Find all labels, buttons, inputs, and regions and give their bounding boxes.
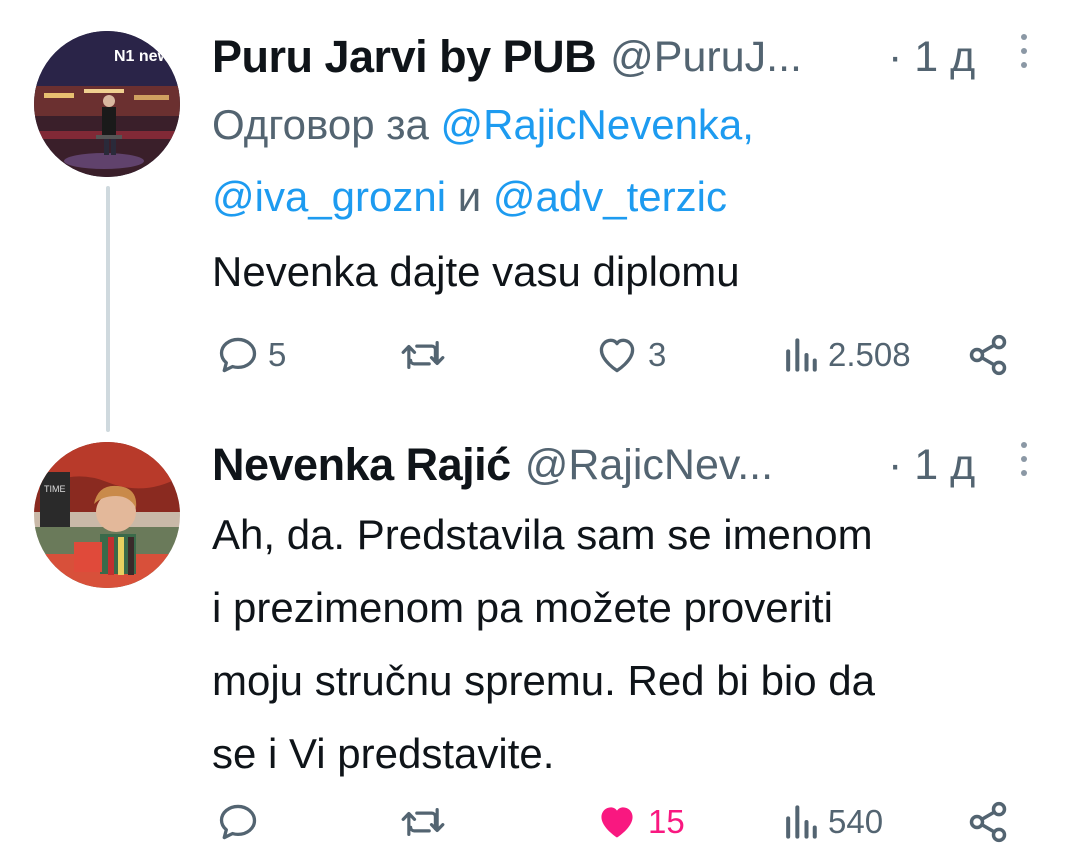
views-button[interactable]: 540	[782, 792, 883, 852]
retweet-icon	[400, 800, 446, 844]
tweet-time[interactable]: · 1 д	[888, 430, 975, 500]
reply-button[interactable]	[216, 792, 268, 852]
like-count: 15	[648, 803, 685, 840]
tweet-1[interactable]: N1 news Puru Jarvi by PUB @PuruJ... · 1 …	[0, 22, 1080, 376]
share-icon	[966, 333, 1010, 377]
avatar-logo: N1 news	[114, 48, 179, 65]
more-icon[interactable]	[1014, 34, 1034, 84]
mention-link[interactable]: @iva_grozni	[212, 173, 446, 220]
reply-button[interactable]: 5	[216, 325, 286, 385]
author-handle[interactable]: @RajicNev...	[525, 441, 773, 490]
tweet-2[interactable]: TIME Nevenka Rajić @RajicNev... · 1 д Ah…	[0, 430, 1080, 860]
reply-prefix: Одговор за	[212, 101, 429, 148]
share-icon	[966, 800, 1010, 844]
reply-count: 5	[268, 336, 287, 373]
reply-and: и	[457, 173, 482, 220]
reply-icon	[216, 800, 260, 844]
like-button[interactable]: 3	[594, 325, 666, 385]
retweet-button[interactable]	[400, 325, 454, 385]
like-count: 3	[648, 336, 667, 373]
more-icon[interactable]	[1014, 442, 1034, 492]
tweet-text-line: i prezimenom pa možete proveriti	[212, 584, 833, 631]
avatar[interactable]: TIME	[34, 442, 180, 588]
views-icon	[782, 800, 820, 844]
tweet-text-line: Nevenka dajte vasu diplomu	[212, 248, 740, 295]
heart-icon	[594, 333, 640, 377]
like-button[interactable]: 15	[594, 792, 685, 852]
tweet-text-line: moju stručnu spremu. Red bi bio da	[212, 657, 875, 704]
views-icon	[782, 333, 820, 377]
share-button[interactable]	[966, 792, 1010, 852]
author-name[interactable]: Nevenka Rajić	[212, 439, 511, 491]
reply-context: Одговор за @RajicNevenka,	[212, 90, 754, 160]
avatar[interactable]: N1 news	[34, 31, 180, 177]
tweet-time[interactable]: · 1 д	[888, 22, 975, 92]
reply-context-line-2: @iva_grozni и @adv_terzic	[212, 162, 727, 232]
retweet-button[interactable]	[400, 792, 454, 852]
retweet-icon	[400, 333, 446, 377]
tweet-text: Nevenka dajte vasu diplomu	[212, 235, 740, 308]
views-count: 540	[828, 803, 884, 840]
tweet-text-line: Ah, da. Predstavila sam se imenom	[212, 511, 873, 558]
author-name[interactable]: Puru Jarvi by PUB	[212, 31, 597, 83]
tweet-text-line: se i Vi predstavite.	[212, 730, 555, 777]
tweet-actions: 15 540	[0, 792, 1080, 852]
tweet-text: Ah, da. Predstavila sam se imenom i prez…	[212, 498, 875, 790]
share-button[interactable]	[966, 325, 1010, 385]
tweet-header: Puru Jarvi by PUB @PuruJ...	[212, 22, 802, 92]
views-count: 2.508	[828, 336, 911, 373]
author-handle[interactable]: @PuruJ...	[610, 33, 802, 82]
reply-icon	[216, 333, 260, 377]
avatar-sign: TIME	[44, 484, 66, 494]
views-button[interactable]: 2.508	[782, 325, 911, 385]
heart-icon	[594, 800, 640, 844]
mention-link[interactable]: @RajicNevenka,	[441, 101, 754, 148]
mention-link[interactable]: @adv_terzic	[493, 173, 727, 220]
tweet-actions: 5 3 2.508	[0, 325, 1080, 385]
tweet-header: Nevenka Rajić @RajicNev...	[212, 430, 773, 500]
